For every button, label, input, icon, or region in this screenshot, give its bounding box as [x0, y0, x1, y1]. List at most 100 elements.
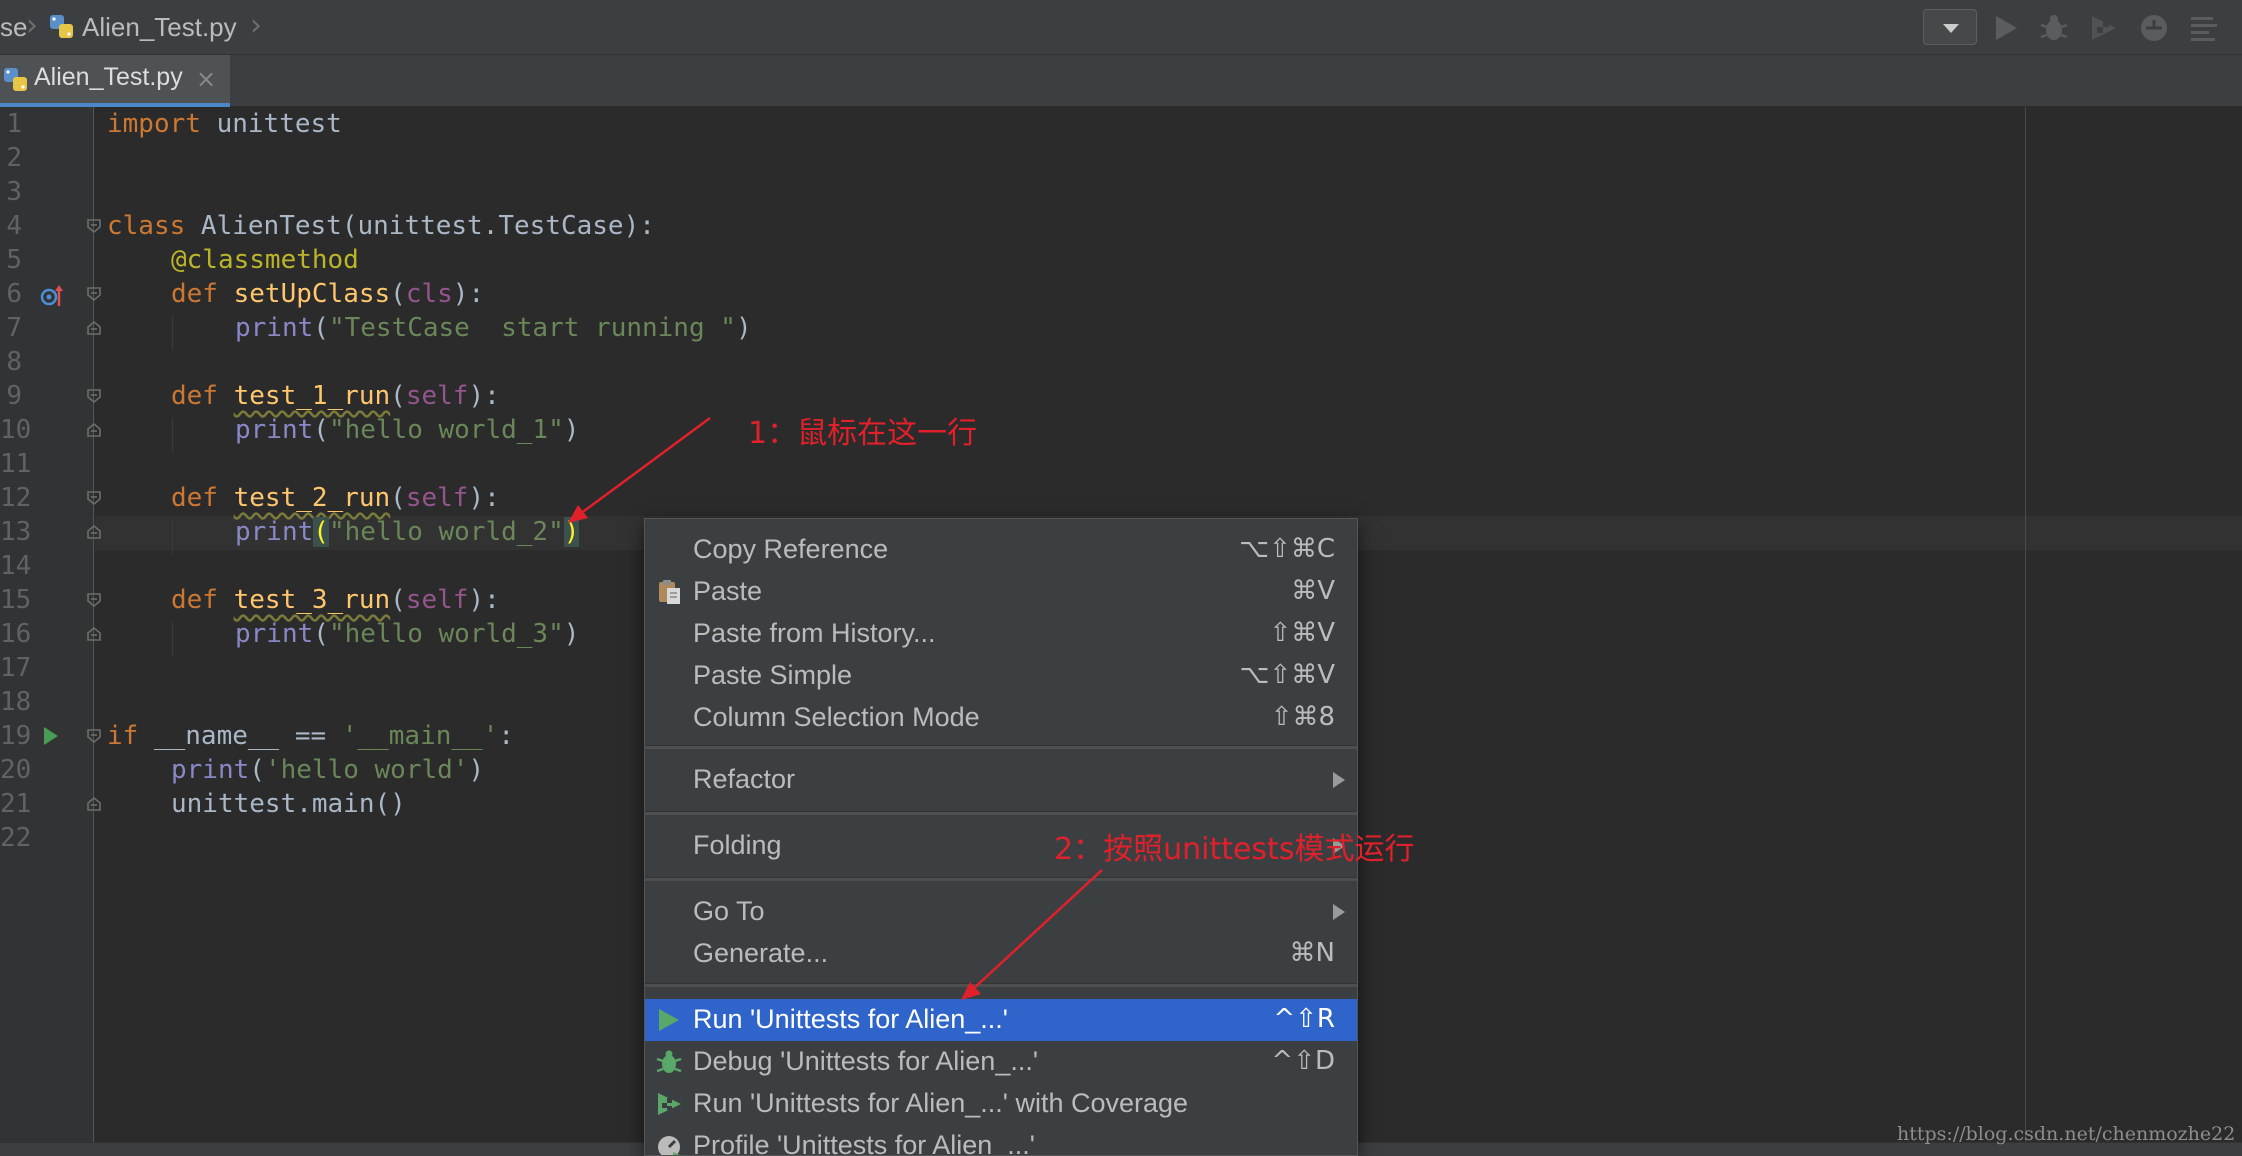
fold-end-icon[interactable] — [86, 796, 102, 812]
tab-alien-test[interactable]: Alien_Test.py × — [0, 55, 230, 107]
coverage-icon — [2092, 16, 2116, 40]
menu-item-generate[interactable]: Generate... ⌘N — [645, 933, 1357, 975]
fold-icon[interactable] — [86, 592, 102, 608]
code-line-20: print('hello world') — [171, 755, 485, 785]
run-icon — [1996, 16, 2017, 40]
editor-tab-bar: Alien_Test.py × — [0, 55, 2242, 107]
menu-item-run-with-coverage[interactable]: Run 'Unittests for Alien_...' with Cover… — [645, 1083, 1357, 1125]
menu-separator — [645, 745, 1357, 749]
line-number: 2 — [6, 143, 22, 173]
breadcrumb-separator: › — [26, 8, 38, 43]
line-number: 6 — [6, 279, 22, 309]
code-line-10: print("hello world_1") — [235, 415, 580, 445]
code-line-5: @classmethod — [171, 245, 359, 275]
code-line-19: if __name__ == '__main__': — [107, 721, 515, 751]
chevron-down-icon — [1943, 24, 1959, 33]
debug-button[interactable] — [2038, 12, 2070, 44]
menu-item-go-to[interactable]: Go To — [645, 891, 1357, 933]
code-line-1: import unittest — [107, 109, 342, 139]
menu-item-profile-unittests[interactable]: Profile 'Unittests for Alien_...' — [645, 1125, 1357, 1155]
breadcrumb-file[interactable]: Alien_Test.py — [82, 0, 237, 54]
close-icon[interactable]: × — [196, 65, 216, 93]
debug-icon — [656, 1050, 682, 1073]
line-number: 4 — [6, 211, 22, 241]
navigation-bar: se › Alien_Test.py › — [0, 0, 2242, 55]
clipboard-icon — [659, 580, 680, 604]
menu-item-refactor[interactable]: Refactor — [645, 759, 1357, 801]
profile-icon — [2141, 15, 2167, 41]
code-line-16: print("hello world_3") — [235, 619, 580, 649]
line-number: 15 — [0, 585, 32, 615]
indent-guide — [172, 520, 173, 554]
chevron-right-icon — [1333, 904, 1345, 920]
watermark: https://blog.csdn.net/chenmozhe22 — [1897, 1123, 2236, 1145]
run-button[interactable] — [1990, 12, 2022, 44]
debug-icon — [2040, 15, 2068, 40]
line-number: 22 — [0, 823, 32, 853]
menu-separator — [645, 811, 1357, 815]
fold-end-icon[interactable] — [86, 626, 102, 642]
right-margin-guide — [2025, 107, 2026, 1142]
fold-icon[interactable] — [86, 388, 102, 404]
menu-item-run-unittests[interactable]: Run 'Unittests for Alien_...' ^⇧R — [645, 999, 1357, 1041]
python-file-icon — [50, 15, 73, 38]
code-line-4: class AlienTest(unittest.TestCase): — [107, 211, 655, 241]
menu-item-column-selection-mode[interactable]: Column Selection Mode ⇧⌘8 — [645, 697, 1357, 739]
tab-label: Alien_Test.py — [34, 63, 183, 91]
line-number: 11 — [0, 449, 32, 479]
fold-icon[interactable] — [86, 286, 102, 302]
indent-guide — [172, 622, 173, 656]
coverage-button[interactable] — [2088, 12, 2120, 44]
menu-item-paste-from-history[interactable]: Paste from History... ⇧⌘V — [645, 613, 1357, 655]
indent-guide — [172, 316, 173, 350]
chevron-right-icon — [1333, 772, 1345, 788]
line-number: 8 — [6, 347, 22, 377]
code-line-13: print("hello world_2") — [235, 517, 580, 547]
fold-end-icon[interactable] — [86, 422, 102, 438]
line-number: 17 — [0, 653, 32, 683]
profile-icon — [658, 1136, 680, 1155]
line-number: 20 — [0, 755, 32, 785]
fold-icon[interactable] — [86, 490, 102, 506]
line-number: 13 — [0, 517, 32, 547]
structure-button[interactable] — [2188, 12, 2220, 44]
line-number: 3 — [6, 177, 22, 207]
menu-item-copy-reference[interactable]: Copy Reference ⌥⇧⌘C — [645, 529, 1357, 571]
menu-item-paste[interactable]: Paste ⌘V — [645, 571, 1357, 613]
fold-end-icon[interactable] — [86, 524, 102, 540]
fold-end-icon[interactable] — [86, 320, 102, 336]
code-line-12: def test_2_run(self): — [171, 483, 500, 513]
line-number: 16 — [0, 619, 32, 649]
breadcrumb-separator: › — [250, 8, 262, 43]
override-method-icon[interactable] — [40, 284, 64, 308]
code-line-6: def setUpClass(cls): — [171, 279, 485, 309]
profile-button[interactable] — [2138, 12, 2170, 44]
line-number: 7 — [6, 313, 22, 343]
run-configuration-dropdown[interactable] — [1923, 9, 1977, 45]
line-number: 21 — [0, 789, 32, 819]
run-icon — [659, 1009, 679, 1031]
line-number: 10 — [0, 415, 32, 445]
breadcrumb-project[interactable]: se — [0, 0, 27, 54]
indent-guide — [172, 418, 173, 452]
code-line-21: unittest.main() — [171, 789, 406, 819]
fold-icon[interactable] — [86, 218, 102, 234]
code-line-15: def test_3_run(self): — [171, 585, 500, 615]
menu-separator — [645, 877, 1357, 881]
line-number: 18 — [0, 687, 32, 717]
line-number: 1 — [6, 109, 22, 139]
annotation-arrow-1 — [579, 416, 711, 516]
fold-icon[interactable] — [86, 728, 102, 744]
run-gutter-icon[interactable] — [42, 725, 60, 747]
list-icon — [2191, 17, 2217, 41]
python-file-icon — [4, 68, 27, 91]
coverage-icon — [658, 1093, 681, 1115]
menu-item-debug-unittests[interactable]: Debug 'Unittests for Alien_...' ^⇧D — [645, 1041, 1357, 1083]
code-line-9: def test_1_run(self): — [171, 381, 500, 411]
line-number: 19 — [0, 721, 32, 751]
line-number: 14 — [0, 551, 32, 581]
menu-separator — [645, 983, 1357, 987]
line-number: 9 — [6, 381, 22, 411]
menu-item-paste-simple[interactable]: Paste Simple ⌥⇧⌘V — [645, 655, 1357, 697]
annotation-step-2: 2：按照unittests模式运行 — [1054, 832, 1415, 867]
